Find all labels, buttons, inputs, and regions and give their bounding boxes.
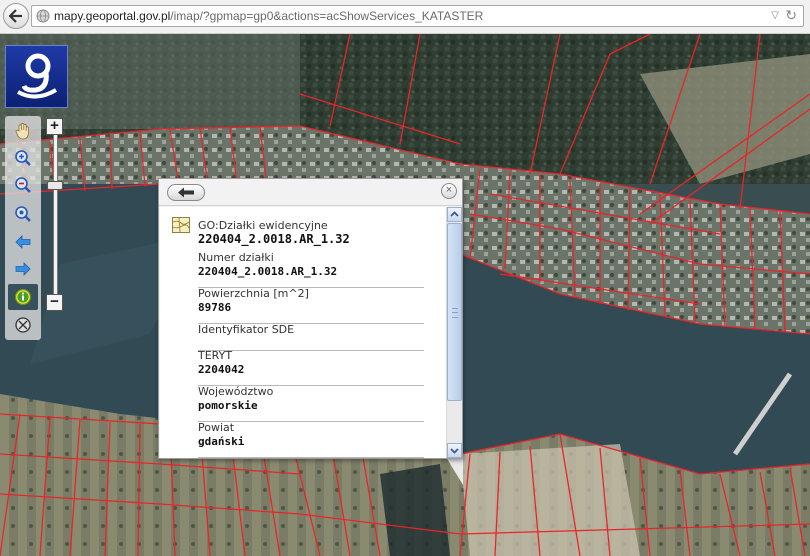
browser-back-button[interactable] [3, 3, 29, 29]
field-label: Województwo [198, 385, 274, 398]
field-teryt: TERYT 2204042 [198, 349, 424, 386]
feature-id: 220404_2.0018.AR_1.32 [198, 232, 350, 246]
zoom-extent-icon [15, 206, 31, 222]
field-label: Identyfikator SDE [198, 323, 295, 336]
back-arrow-icon [9, 9, 22, 23]
field-value: 220404_2.0018.AR_1.32 [198, 265, 338, 278]
next-view-icon [15, 262, 31, 276]
feature-info-popup: × GO:Działki ewidencyjne 220404_2.0018.A… [158, 178, 463, 459]
popup-back-button[interactable] [167, 184, 205, 201]
zoom-extent-tool[interactable] [12, 203, 34, 225]
pan-tool[interactable] [12, 120, 34, 142]
url-text: mapy.geoportal.gov.pl/imap/?gpmap=gp0&ac… [54, 9, 483, 23]
zoom-slider-thumb[interactable] [47, 181, 63, 190]
popup-close-button[interactable]: × [441, 183, 457, 199]
zoom-in-tool[interactable] [12, 147, 34, 169]
zoom-out-icon [15, 177, 31, 193]
layer-name: GO:Działki ewidencyjne [198, 219, 328, 232]
map-toolbar [5, 116, 41, 340]
field-identyfikator-sde: Identyfikator SDE [198, 323, 424, 351]
reload-icon[interactable]: ↻ [785, 7, 797, 24]
url-path: /imap/?gpmap=gp0&actions=acShowServices_… [170, 9, 484, 23]
field-powiat: Powiat gdański [198, 421, 424, 458]
previous-view-tool[interactable] [12, 231, 34, 253]
history-dropdown-icon[interactable]: ▽ [771, 10, 779, 21]
url-domain: mapy.geoportal.gov.pl [54, 9, 171, 23]
reset-icon [15, 317, 31, 333]
scroll-up-button[interactable] [447, 207, 462, 222]
previous-view-icon [15, 235, 31, 249]
address-bar[interactable]: mapy.geoportal.gov.pl/imap/?gpmap=gp0&ac… [31, 5, 804, 27]
pan-hand-icon [15, 122, 29, 140]
popup-pointer [446, 457, 463, 485]
identify-tool[interactable] [8, 284, 38, 310]
field-label: TERYT [198, 349, 233, 362]
scroll-grip-icon [452, 308, 458, 318]
chevron-down-icon [450, 448, 459, 454]
field-label: Numer działki [198, 251, 274, 264]
geoportal-logo[interactable] [5, 45, 68, 108]
scroll-down-button[interactable] [447, 443, 462, 458]
field-label: Powierzchnia [m^2] [198, 287, 309, 300]
parcel-layer-icon [172, 217, 190, 233]
field-label: Powiat [198, 421, 235, 434]
field-numer-dzialki: Numer działki 220404_2.0018.AR_1.32 [198, 251, 424, 288]
field-value: gdański [198, 435, 245, 448]
browser-toolbar: mapy.geoportal.gov.pl/imap/?gpmap=gp0&ac… [0, 0, 810, 34]
identify-icon [14, 288, 32, 306]
globe-icon [36, 9, 50, 23]
zoom-in-button[interactable]: + [46, 118, 63, 135]
field-value: pomorskie [198, 399, 258, 412]
back-arrow-icon [178, 187, 194, 198]
popup-divider [159, 205, 462, 206]
zoom-in-icon [15, 150, 31, 166]
reset-tool[interactable] [12, 314, 34, 336]
next-view-tool[interactable] [12, 258, 34, 280]
popup-scrollbar[interactable] [446, 207, 462, 458]
field-powierzchnia: Powierzchnia [m^2] 89786 [198, 287, 424, 324]
zoom-out-button[interactable]: − [46, 294, 63, 311]
zoom-out-tool[interactable] [12, 174, 34, 196]
map-canvas[interactable]: + − × GO:Działki ewidencyjne 220404_2.00… [0, 34, 810, 556]
chevron-up-icon [450, 211, 459, 217]
field-value: 2204042 [198, 363, 245, 376]
geoportal-g-icon [17, 53, 58, 99]
field-wojewodztwo: Województwo pomorskie [198, 385, 424, 422]
field-value: 89786 [198, 301, 232, 314]
scroll-thumb[interactable] [447, 223, 462, 401]
popup-content: GO:Działki ewidencyjne 220404_2.0018.AR_… [160, 207, 446, 458]
zoom-slider-track[interactable] [53, 135, 58, 294]
